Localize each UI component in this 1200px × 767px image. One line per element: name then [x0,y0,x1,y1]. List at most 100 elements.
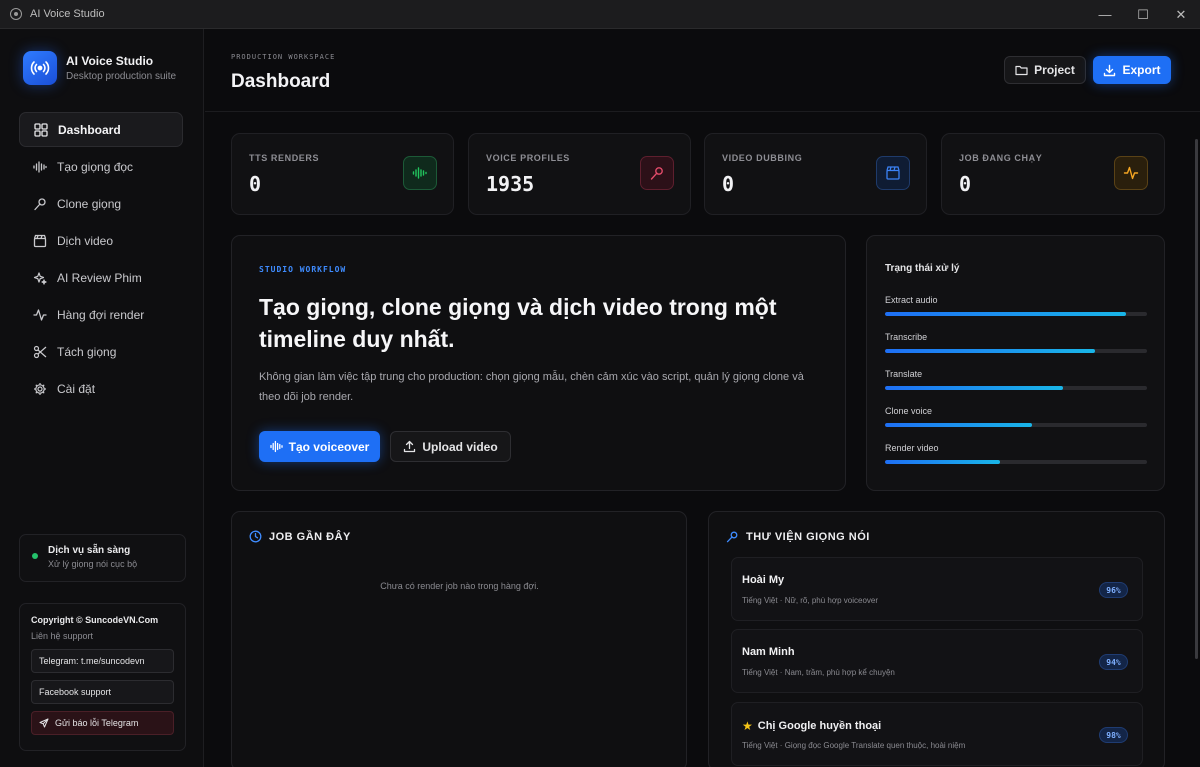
brand: AI Voice Studio Desktop production suite [23,51,176,85]
upload-icon [403,440,416,453]
processing-step: Transcribe [885,332,1147,353]
studio-workflow-hero: STUDIO WORKFLOW Tạo giọng, clone giọng v… [231,235,846,491]
voice-card[interactable]: Hoài My Tiếng Việt · Nữ, rõ, phù hợp voi… [731,557,1143,621]
sidebar-item-dashboard[interactable]: Dashboard [19,112,183,147]
stat-card-video-dubbing: VIDEO DUBBING 0 [704,133,927,215]
activity-icon [32,307,47,322]
stat-label: TTS RENDERS [249,153,320,163]
voice-card[interactable]: ★ Chị Google huyền thoại Tiếng Việt · Gi… [731,702,1143,766]
status-dot [32,553,38,559]
match-badge: 96% [1099,582,1128,598]
progress-fill [885,423,1032,427]
facebook-support-button[interactable]: Facebook support [31,680,174,704]
processing-step: Clone voice [885,406,1147,427]
progress-track [885,423,1147,427]
waveform-icon [269,440,283,453]
app-icon [10,8,22,20]
window-titlebar: AI Voice Studio — ☐ ✕ [0,0,1200,29]
scrollbar-thumb[interactable] [1195,139,1198,659]
waveform-icon [403,156,437,190]
copyright-text: Copyright © SuncodeVN.Com [31,615,159,625]
activity-icon [1114,156,1148,190]
voice-description: Tiếng Việt · Nữ, rõ, phù hợp voiceover [742,596,878,605]
progress-fill [885,386,1064,390]
broadcast-icon [23,51,57,85]
step-label: Render video [885,443,939,453]
empty-jobs-message: Chưa có render job nào trong hàng đợi. [380,581,539,591]
clapperboard-icon [876,156,910,190]
brand-subtitle: Desktop production suite [66,71,177,82]
recent-jobs-title: JOB GẦN ĐÂY [269,530,351,543]
microphone-icon [726,530,739,543]
folder-icon [1015,64,1028,76]
voice-name: Hoài My [742,574,785,586]
voice-name: Chị Google huyền thoại [757,720,882,732]
project-button[interactable]: Project [1004,56,1086,84]
gear-icon [32,381,47,396]
sidebar-item-label: AI Review Phim [57,270,142,285]
recent-jobs-header: JOB GẦN ĐÂY [249,530,351,543]
voice-description: Tiếng Việt · Giọng đọc Google Translate … [742,741,966,750]
processing-step: Extract audio [885,295,1147,316]
stat-card-tts: TTS RENDERS 0 [231,133,454,215]
sidebar-item-label: Tách giọng [57,344,117,359]
stat-label: VIDEO DUBBING [722,153,803,163]
sidebar: AI Voice Studio Desktop production suite… [0,29,204,767]
sidebar-item-clone[interactable]: Clone giọng [19,186,183,221]
sidebar-item-separate[interactable]: Tách giọng [19,334,183,369]
voice-library-title: THƯ VIỆN GIỌNG NÓI [746,530,870,543]
sidebar-item-review[interactable]: AI Review Phim [19,260,183,295]
progress-track [885,386,1147,390]
support-subtitle: Liên hệ support [31,631,94,641]
sidebar-item-tts[interactable]: Tạo giọng đọc [19,149,183,184]
report-bug-label: Gửi báo lỗi Telegram [55,718,139,728]
export-button[interactable]: Export [1093,56,1171,84]
sidebar-item-settings[interactable]: Cài đặt [19,371,183,406]
service-status-card: Dịch vụ sẵn sàng Xử lý giọng nói cục bộ [19,534,186,582]
stat-value: 0 [249,172,262,196]
stat-label: VOICE PROFILES [486,153,570,163]
progress-track [885,312,1147,316]
sidebar-item-video[interactable]: Dịch video [19,223,183,258]
send-icon [39,718,49,728]
close-button[interactable]: ✕ [1162,0,1200,29]
microphone-icon [640,156,674,190]
header-divider [205,111,1200,112]
progress-track [885,460,1147,464]
facebook-support-label: Facebook support [39,687,112,697]
page-title: Dashboard [231,71,331,92]
sidebar-item-queue[interactable]: Hàng đợi render [19,297,183,332]
sidebar-item-label: Dịch video [57,233,114,248]
hero-description: Không gian làm việc tập trung cho produc… [259,371,804,403]
upload-video-label: Upload video [422,439,498,454]
scissors-icon [32,344,47,359]
page-eyebrow: PRODUCTION WORKSPACE [231,53,336,61]
progress-track [885,349,1147,353]
export-label: Export [1122,63,1161,77]
sidebar-nav: Dashboard Tạo giọng đọc Clone giọng Dịch… [19,112,183,408]
step-label: Translate [885,369,923,379]
telegram-link-button[interactable]: Telegram: t.me/suncodevn [31,649,174,673]
stat-value: 0 [722,172,735,196]
hero-title: Tạo giọng, clone giọng và dịch video tro… [259,294,777,352]
minimize-button[interactable]: — [1086,0,1124,29]
clapperboard-icon [32,233,47,248]
brand-name: AI Voice Studio [66,54,154,68]
voice-name-row: ★ Chị Google huyền thoại [742,719,881,733]
progress-fill [885,312,1127,316]
voice-card[interactable]: Nam Minh Tiếng Việt · Nam, trầm, phù hợp… [731,629,1143,693]
stat-card-running-jobs: JOB ĐANG CHẠY 0 [941,133,1165,215]
progress-fill [885,349,1095,353]
maximize-button[interactable]: ☐ [1124,0,1162,29]
processing-step: Render video [885,443,1147,464]
support-card: Copyright © SuncodeVN.Com Liên hệ suppor… [19,603,186,751]
project-label: Project [1034,63,1075,77]
download-icon [1103,64,1116,77]
report-bug-button[interactable]: Gửi báo lỗi Telegram [31,711,174,735]
upload-video-button[interactable]: Upload video [390,431,511,462]
create-voiceover-label: Tạo voiceover [288,439,370,454]
recent-jobs-panel: JOB GẦN ĐÂY Chưa có render job nào trong… [231,511,687,767]
create-voiceover-button[interactable]: Tạo voiceover [259,431,380,462]
progress-fill [885,460,1001,464]
microphone-icon [32,196,47,211]
